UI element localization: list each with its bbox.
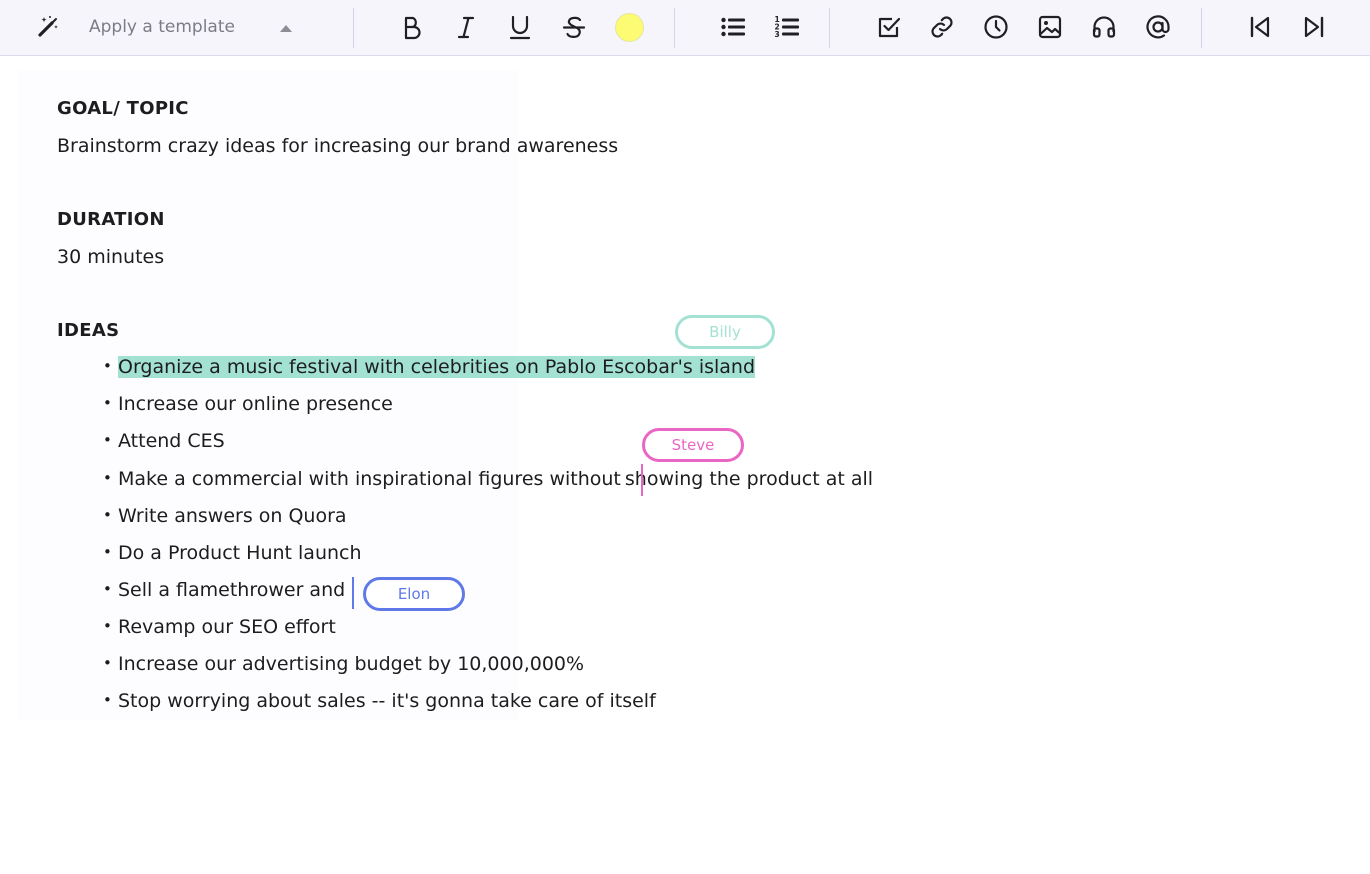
toolbar-divider xyxy=(829,8,830,48)
highlight-color-swatch[interactable] xyxy=(615,13,644,42)
collaborator-tag-elon: Elon xyxy=(363,577,465,611)
idea-text-after-cursor[interactable]: showing the product at all xyxy=(625,468,873,490)
clock-icon[interactable] xyxy=(981,12,1011,42)
skip-forward-icon[interactable] xyxy=(1299,12,1329,42)
idea-text[interactable]: Stop worrying about sales -- it's gonna … xyxy=(118,690,656,712)
bullet-icon: • xyxy=(103,654,112,672)
editor-toolbar: Apply a template 1 2 3 xyxy=(0,0,1370,56)
strikethrough-icon-graphic xyxy=(562,16,586,38)
list-item[interactable]: • Make a commercial with inspirational fi… xyxy=(103,468,873,496)
collaborator-cursor-steve xyxy=(641,464,643,496)
at-sign-icon[interactable] xyxy=(1143,12,1173,42)
duration-heading: DURATION xyxy=(57,209,165,230)
italic-icon-graphic xyxy=(457,16,475,39)
list-item[interactable]: • Increase our advertising budget by 10,0… xyxy=(103,653,584,681)
toolbar-divider xyxy=(353,8,354,48)
template-dropdown[interactable]: Apply a template xyxy=(89,17,235,37)
idea-text-highlighted[interactable]: Organize a music festival with celebriti… xyxy=(118,356,756,378)
idea-text[interactable]: Do a Product Hunt launch xyxy=(118,542,362,564)
goal-heading: GOAL/ TOPIC xyxy=(57,98,189,119)
bullet-icon: • xyxy=(103,431,112,449)
bullet-icon: • xyxy=(103,543,112,561)
collaborator-cursor-elon xyxy=(352,577,354,609)
bullet-icon: • xyxy=(103,580,112,598)
collaborator-tag-billy: Billy xyxy=(675,315,775,349)
list-item[interactable]: • Increase our online presence xyxy=(103,393,393,421)
skip-forward-icon-graphic xyxy=(1304,16,1324,38)
svg-text:3: 3 xyxy=(775,30,780,39)
ideas-heading: IDEAS xyxy=(57,320,120,341)
list-item[interactable]: • Organize a music festival with celebrit… xyxy=(103,356,756,384)
wand-icon-graphic xyxy=(38,16,58,37)
bullet-icon: • xyxy=(103,506,112,524)
italic-icon[interactable] xyxy=(451,12,481,42)
link-icon[interactable] xyxy=(927,12,957,42)
wand-icon[interactable] xyxy=(33,12,63,42)
list-item[interactable]: • Stop worrying about sales -- it's gonna… xyxy=(103,690,656,718)
idea-text[interactable]: Attend CES xyxy=(118,430,225,452)
headphones-icon-graphic xyxy=(1092,16,1116,38)
checkbox-icon[interactable] xyxy=(874,12,904,42)
bullet-icon: • xyxy=(103,394,112,412)
underline-icon[interactable] xyxy=(505,12,535,42)
image-icon-graphic xyxy=(1038,15,1062,39)
skip-back-icon-graphic xyxy=(1250,16,1270,38)
image-icon[interactable] xyxy=(1035,12,1065,42)
idea-text[interactable]: Increase our online presence xyxy=(118,393,393,415)
toolbar-divider xyxy=(674,8,675,48)
list-item[interactable]: • Attend CES xyxy=(103,430,225,458)
list-item[interactable]: • Sell a flamethrower and xyxy=(103,579,345,607)
checkbox-icon-graphic xyxy=(878,17,901,38)
idea-text[interactable]: Sell a flamethrower and xyxy=(118,579,345,601)
bullet-icon: • xyxy=(103,469,112,487)
bullet-icon: • xyxy=(103,691,112,709)
bold-icon[interactable] xyxy=(397,12,427,42)
idea-text[interactable]: Write answers on Quora xyxy=(118,505,347,527)
underline-icon-graphic xyxy=(509,15,531,40)
list-item[interactable]: • Write answers on Quora xyxy=(103,505,347,533)
bullet-icon: • xyxy=(103,357,112,375)
duration-text[interactable]: 30 minutes xyxy=(57,246,164,268)
list-item[interactable]: • Do a Product Hunt launch xyxy=(103,542,362,570)
strikethrough-icon[interactable] xyxy=(559,12,589,42)
link-icon-graphic xyxy=(931,16,953,38)
clock-icon-graphic xyxy=(984,15,1008,39)
numbered-list-icon-graphic: 1 2 3 xyxy=(775,15,799,39)
collaborator-tag-steve: Steve xyxy=(642,428,744,462)
numbered-list-icon[interactable]: 1 2 3 xyxy=(772,12,802,42)
skip-back-icon[interactable] xyxy=(1245,12,1275,42)
bullet-list-icon[interactable] xyxy=(718,12,748,42)
at-sign-icon-graphic xyxy=(1146,15,1170,39)
idea-text[interactable]: Increase our advertising budget by 10,00… xyxy=(118,653,584,675)
idea-text[interactable]: Revamp our SEO effort xyxy=(118,616,336,638)
caret-up-icon[interactable] xyxy=(280,25,292,32)
list-item[interactable]: • Revamp our SEO effort xyxy=(103,616,336,644)
headphones-icon[interactable] xyxy=(1089,12,1119,42)
idea-text[interactable]: Make a commercial with inspirational fig… xyxy=(118,468,621,490)
bullet-list-icon-graphic xyxy=(721,17,745,37)
bold-icon-graphic xyxy=(404,16,421,40)
bullet-icon: • xyxy=(103,617,112,635)
goal-text[interactable]: Brainstorm crazy ideas for increasing ou… xyxy=(57,135,618,157)
toolbar-divider xyxy=(1201,8,1202,48)
